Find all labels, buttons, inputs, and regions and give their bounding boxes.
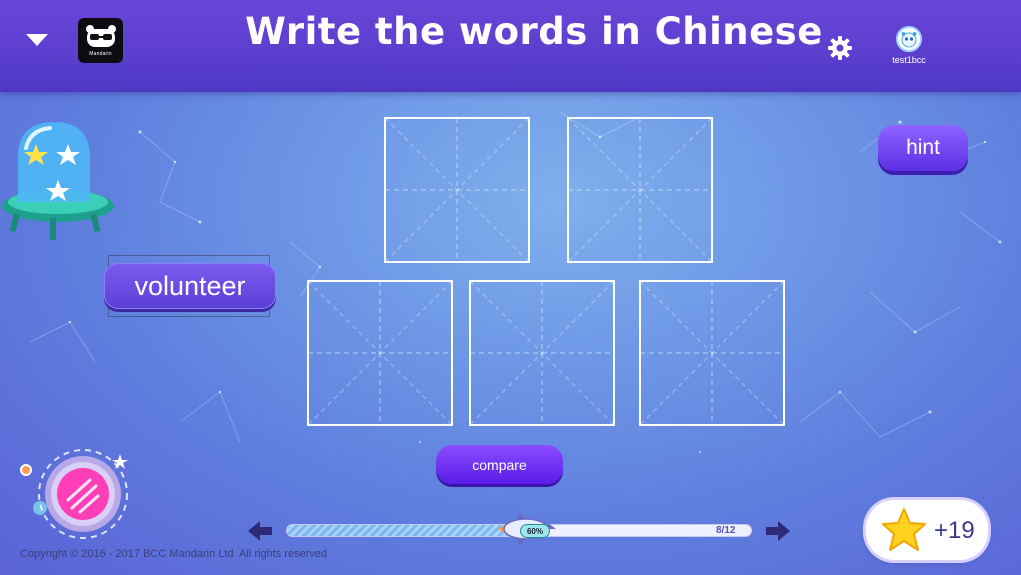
arrow-right-icon[interactable] [764, 519, 792, 543]
progress-fill [287, 525, 519, 536]
page-title: Write the words in Chinese [245, 10, 823, 53]
user-profile[interactable]: test1bcc [886, 26, 932, 65]
character-box-5[interactable] [639, 280, 785, 426]
star-icon [882, 508, 926, 551]
gear-icon[interactable] [826, 34, 854, 62]
hint-button[interactable]: hint [878, 125, 968, 171]
ufo-mascot-icon [2, 122, 114, 240]
record-icon[interactable] [16, 448, 134, 548]
top-bar: Mandarin Write the words in Chinese test… [0, 0, 1021, 92]
panda-avatar-icon [896, 26, 922, 52]
username: test1bcc [892, 55, 926, 65]
compare-button[interactable]: compare [436, 445, 563, 484]
arrow-left-icon[interactable] [246, 519, 274, 543]
score-badge: +19 [866, 500, 988, 560]
character-box-2[interactable] [567, 117, 713, 263]
progress-count: 8/12 [716, 525, 736, 536]
app-window: Mandarin Write the words in Chinese test… [0, 0, 1021, 575]
english-word: volunteer [104, 263, 276, 309]
character-box-3[interactable] [307, 280, 453, 426]
score-value: +19 [934, 517, 975, 544]
character-box-1[interactable] [384, 117, 530, 263]
copyright-text: Copyright © 2016 - 2017 BCC Mandarin Ltd… [20, 548, 328, 560]
character-box-4[interactable] [469, 280, 615, 426]
progress-percent: 60% [520, 524, 550, 538]
